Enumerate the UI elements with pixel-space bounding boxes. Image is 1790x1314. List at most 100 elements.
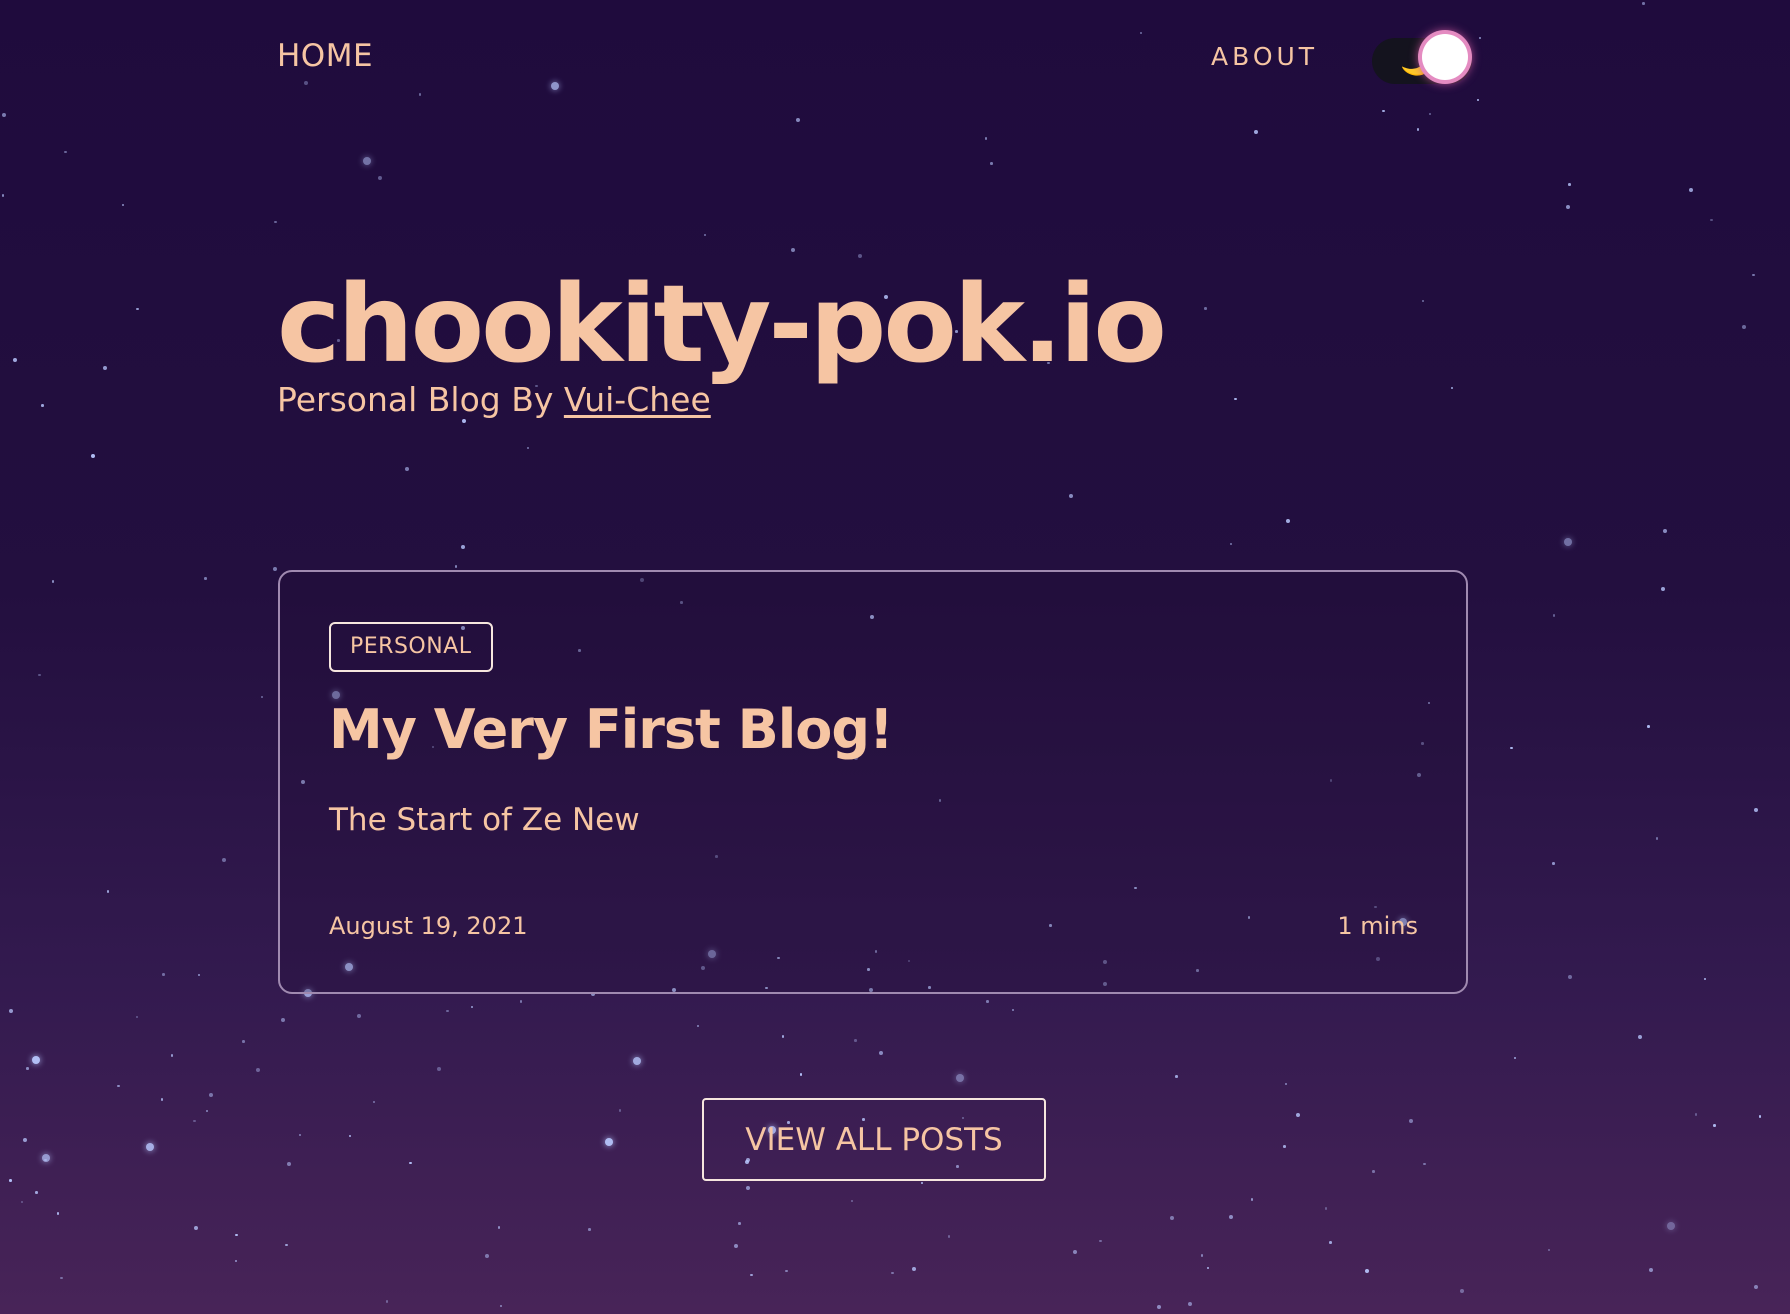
star (51, 580, 55, 583)
star (738, 1222, 741, 1225)
star (734, 1244, 739, 1249)
star (497, 1226, 501, 1229)
star (121, 203, 125, 207)
star (947, 1235, 951, 1238)
star (1648, 1268, 1653, 1273)
star (136, 307, 139, 311)
star (222, 857, 227, 862)
star (1068, 494, 1073, 499)
star (446, 1009, 449, 1013)
nav-home-link[interactable]: HOME (277, 36, 373, 76)
star (272, 566, 277, 571)
star (1688, 187, 1693, 192)
star (26, 1067, 29, 1070)
star (1662, 528, 1667, 533)
star (990, 162, 993, 165)
post-title[interactable]: My Very First Blog! (329, 692, 894, 768)
star (499, 1304, 503, 1308)
star (1459, 1288, 1464, 1293)
star (633, 1056, 642, 1065)
nav-about-link[interactable]: ABOUT (1211, 40, 1318, 74)
star (260, 695, 264, 699)
star (145, 1143, 154, 1152)
star (170, 1054, 174, 1057)
star (911, 1266, 916, 1271)
star (1295, 1113, 1300, 1118)
star (1568, 183, 1571, 186)
star (1661, 586, 1666, 591)
star (287, 1162, 292, 1167)
star (303, 80, 308, 85)
star (1642, 2, 1645, 5)
star (1099, 1239, 1102, 1243)
star (1284, 1082, 1288, 1086)
star (850, 1199, 854, 1203)
post-read-time: 1 mins (1337, 912, 1418, 940)
star (891, 1271, 894, 1275)
author-link[interactable]: Vui-Chee (564, 380, 711, 419)
top-navigation: HOME ABOUT 🌙 (277, 34, 1472, 84)
post-card[interactable]: PERSONAL My Very First Blog! The Start o… (278, 570, 1468, 994)
star (1229, 542, 1233, 546)
star (551, 82, 560, 91)
star (1156, 1304, 1161, 1309)
star (1703, 977, 1707, 981)
star (1513, 1056, 1517, 1060)
star (1073, 1249, 1078, 1254)
star (436, 1067, 441, 1072)
site-title: chookity-pok.io (277, 263, 1167, 387)
star (1283, 1145, 1286, 1148)
star (750, 1273, 753, 1277)
star (1423, 1162, 1426, 1166)
star (41, 1153, 50, 1162)
star (418, 93, 422, 96)
star (348, 1134, 352, 1138)
star (1552, 614, 1556, 617)
star (160, 1098, 164, 1101)
star (193, 1226, 198, 1231)
star (1476, 98, 1480, 102)
star (1694, 1113, 1698, 1116)
star (1416, 128, 1420, 131)
view-all-posts-button[interactable]: VIEW ALL POSTS (702, 1098, 1046, 1181)
star (38, 673, 41, 677)
star (485, 1253, 490, 1258)
star (298, 1133, 302, 1137)
star (854, 1039, 857, 1042)
star (857, 254, 862, 259)
post-tag-badge[interactable]: PERSONAL (329, 622, 493, 672)
star (205, 1109, 209, 1113)
star (1753, 1284, 1758, 1289)
tagline-prefix: Personal Blog By (277, 380, 564, 419)
star (64, 150, 67, 154)
star (1250, 1198, 1254, 1201)
star (785, 1269, 788, 1273)
star (1758, 1115, 1762, 1118)
star (1638, 1035, 1643, 1040)
star (1428, 112, 1432, 116)
star (385, 1300, 389, 1303)
star (1253, 129, 1258, 134)
theme-toggle-knob[interactable] (1422, 34, 1468, 80)
star (193, 1119, 196, 1123)
theme-toggle[interactable]: 🌙 (1372, 34, 1474, 84)
star (20, 1200, 24, 1204)
star (162, 973, 165, 976)
star (362, 157, 371, 166)
star (879, 1050, 884, 1055)
star (1565, 204, 1570, 209)
star (285, 1243, 288, 1247)
star (372, 1100, 376, 1104)
star (32, 1056, 41, 1064)
star (1188, 1302, 1193, 1307)
star (799, 1073, 803, 1076)
star (1564, 538, 1573, 547)
star (22, 1138, 27, 1143)
star (454, 565, 458, 568)
star (1510, 746, 1513, 750)
star (242, 1040, 245, 1043)
star (696, 1024, 700, 1028)
star (44, 1158, 47, 1162)
star (1229, 1215, 1234, 1220)
star (281, 1018, 286, 1023)
